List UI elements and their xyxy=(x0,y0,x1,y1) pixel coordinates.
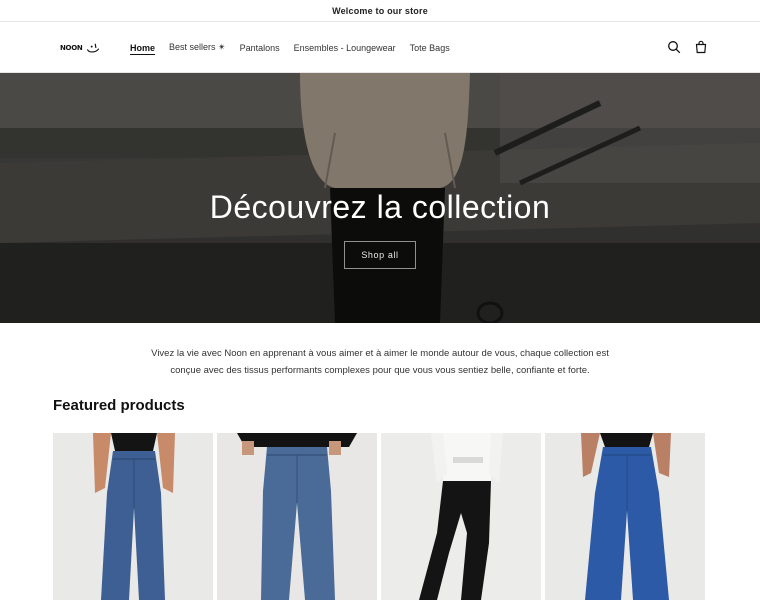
nav-home[interactable]: Home xyxy=(123,43,162,53)
site-header: NOON Home Best sellers ✴ Pantalons Ensem… xyxy=(0,22,760,73)
product-image xyxy=(53,433,213,600)
product-card[interactable] xyxy=(53,433,213,600)
featured-products-heading: Featured products xyxy=(53,397,185,414)
logo-text: NOON xyxy=(60,44,83,52)
product-card[interactable] xyxy=(545,433,705,600)
announcement-text: Welcome to our store xyxy=(332,5,428,16)
logo-mark-icon xyxy=(87,43,100,53)
nav-best-sellers[interactable]: Best sellers ✴ xyxy=(162,42,233,53)
search-icon xyxy=(668,41,681,54)
cart-button[interactable] xyxy=(691,37,711,57)
product-image xyxy=(381,433,541,600)
shop-all-button[interactable]: Shop all xyxy=(344,241,416,269)
nav-pantalons[interactable]: Pantalons xyxy=(233,43,287,53)
product-image xyxy=(545,433,705,600)
search-button[interactable] xyxy=(664,37,684,57)
product-card[interactable] xyxy=(217,433,377,600)
hero-banner: Découvrez la collection Shop all xyxy=(0,73,760,323)
nav-ensembles-loungewear[interactable]: Ensembles - Loungewear xyxy=(287,43,403,53)
product-grid xyxy=(53,433,707,600)
product-card[interactable] xyxy=(381,433,541,600)
nav-tote-bags[interactable]: Tote Bags xyxy=(403,43,457,53)
cart-icon xyxy=(695,40,707,54)
main-nav: Home Best sellers ✴ Pantalons Ensembles … xyxy=(123,22,457,73)
logo[interactable]: NOON xyxy=(60,38,102,58)
product-image xyxy=(217,433,377,600)
hero-title: Découvrez la collection xyxy=(209,189,551,225)
intro-text: Vivez la vie avec Noon en apprenant à vo… xyxy=(151,348,609,376)
announcement-bar: Welcome to our store xyxy=(0,0,760,22)
